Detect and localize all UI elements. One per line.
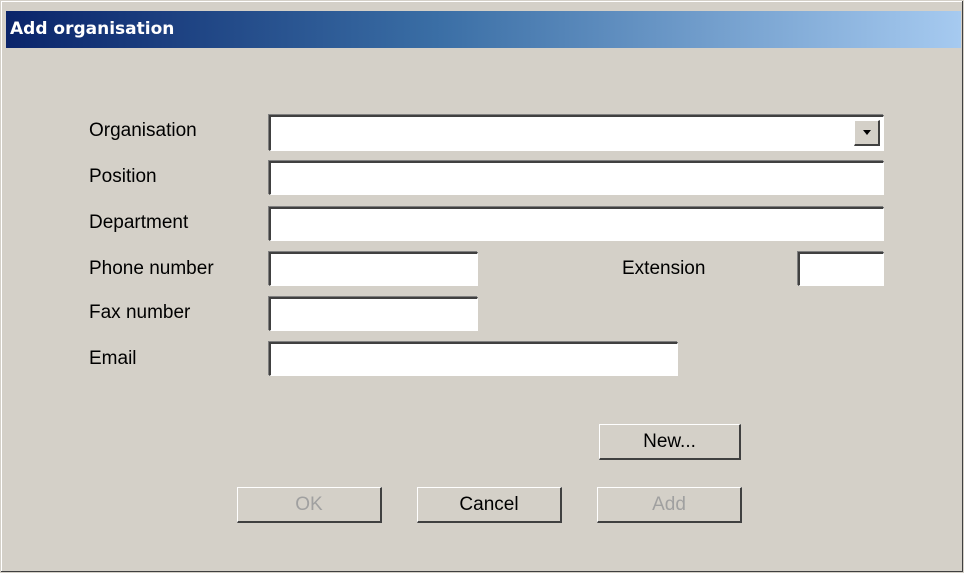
extension-label: Extension [622,258,706,279]
cancel-button[interactable]: Cancel [417,487,562,523]
title-bar[interactable]: Add organisation [6,11,961,48]
email-label: Email [89,348,137,369]
fax-number-label: Fax number [89,302,191,323]
new-button-label: New... [643,430,696,452]
add-button-label: Add [652,493,686,515]
organisation-combobox[interactable] [269,115,884,151]
add-organisation-dialog: Add organisation Organisation Position D… [0,0,964,573]
extension-input[interactable] [798,252,884,286]
position-label: Position [89,166,157,187]
department-label: Department [89,212,189,233]
dialog-title: Add organisation [10,19,175,39]
ok-button-label: OK [295,493,323,515]
organisation-label: Organisation [89,120,197,141]
add-button[interactable]: Add [597,487,742,523]
position-input[interactable] [269,161,884,195]
cancel-button-label: Cancel [459,493,519,515]
chevron-down-icon [862,130,871,135]
organisation-dropdown-button[interactable] [854,120,880,146]
fax-number-input[interactable] [269,297,478,331]
new-button[interactable]: New... [599,424,741,460]
ok-button[interactable]: OK [237,487,382,523]
phone-number-label: Phone number [89,258,214,279]
phone-number-input[interactable] [269,252,478,286]
department-input[interactable] [269,207,884,241]
email-input[interactable] [269,342,678,376]
